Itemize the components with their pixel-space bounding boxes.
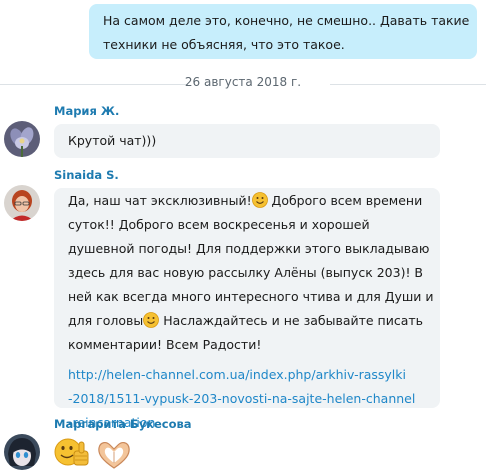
message-line: здесь для вас новую рассылку Алёны (выпу…	[68, 265, 424, 280]
link-line[interactable]: http://helen-channel.com.ua/index.php/ar…	[68, 363, 426, 387]
message-line: суток!! Доброго всем воскресенья и хорош…	[68, 217, 370, 232]
emoji-message[interactable]	[54, 436, 138, 472]
heart-hands-emoji-icon	[98, 442, 130, 469]
message-line-text: Да, наш чат эксклюзивный!	[68, 193, 252, 208]
message-line: техники не объясняя, что это такое.	[103, 37, 345, 52]
message-line: комментарии! Всем Радости!	[68, 337, 262, 352]
message-line: душевной погоды! Для поддержки этого вык…	[68, 241, 430, 256]
smile-emoji-icon	[143, 312, 160, 328]
message-link[interactable]: -2018/1511-vypusk-203-novosti-na-sajte-h…	[68, 391, 415, 406]
sender-name[interactable]: Sinaida S.	[54, 168, 119, 182]
avatar[interactable]	[4, 434, 40, 470]
avatar[interactable]	[4, 121, 40, 157]
date-divider: 26 августа 2018 г.	[0, 74, 486, 94]
date-label: 26 августа 2018 г.	[184, 75, 302, 89]
incoming-message-bubble[interactable]: Да, наш чат эксклюзивный! Доброго всем в…	[54, 188, 440, 430]
link-line[interactable]: -2018/1511-vypusk-203-novosti-na-sajte-h…	[68, 387, 426, 411]
message-line-text: Наслаждайтесь и не забывайте писать	[159, 313, 424, 328]
sender-name[interactable]: Мария Ж.	[54, 104, 119, 118]
message-line: Да, наш чат эксклюзивный! Доброго всем в…	[68, 189, 426, 213]
message-line: На самом деле это, конечно, не смешно.. …	[103, 13, 470, 28]
message-line-text: для головы	[68, 313, 144, 328]
incoming-message-bubble[interactable]: Крутой чат)))	[54, 124, 440, 158]
thumbs-up-emoji-icon	[54, 438, 89, 466]
message-text: Крутой чат)))	[68, 133, 157, 148]
message-line-text: Доброго всем времени	[267, 193, 423, 208]
own-message-bubble[interactable]: На самом деле это, конечно, не смешно.. …	[89, 4, 477, 59]
sender-name[interactable]: Маргарита Букесова	[54, 417, 192, 431]
message-link[interactable]: http://helen-channel.com.ua/index.php/ar…	[68, 367, 406, 382]
avatar[interactable]	[4, 185, 40, 221]
avatar-flower-image	[4, 121, 40, 157]
avatar-person-image	[4, 185, 40, 221]
smile-emoji-icon	[251, 192, 268, 208]
message-line: ней как всегда много интересного чтива и…	[68, 289, 434, 304]
emoji-row	[54, 438, 130, 469]
message-line: для головы Наслаждайтесь и не забывайте …	[68, 309, 426, 333]
avatar-anime-image	[4, 434, 40, 470]
